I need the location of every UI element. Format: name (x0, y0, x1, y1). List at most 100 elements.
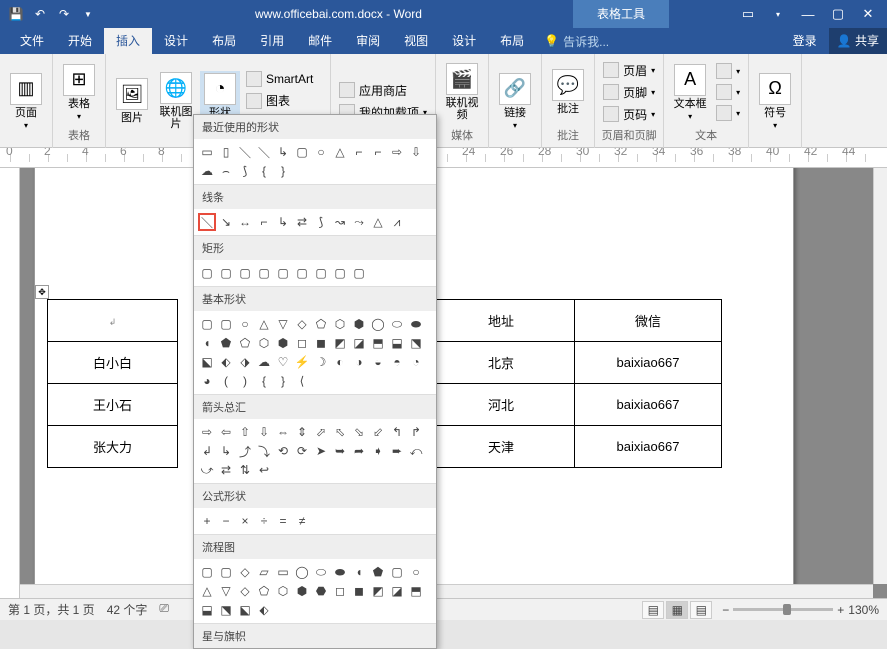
shape-rect4-icon[interactable]: ▢ (255, 264, 273, 282)
shape-generic-icon[interactable]: ⤺ (407, 442, 425, 460)
shape-generic-icon[interactable]: ◓ (388, 353, 406, 371)
shape-curve-icon[interactable]: ⟆ (236, 162, 254, 180)
shape-rect7-icon[interactable]: ▢ (312, 264, 330, 282)
tab-home[interactable]: 开始 (56, 28, 104, 54)
shape-generic-icon[interactable]: ◪ (350, 334, 368, 352)
customize-qat-icon[interactable]: ▼ (80, 6, 96, 22)
tab-mailings[interactable]: 邮件 (296, 28, 344, 54)
shape-generic-icon[interactable]: ◑ (350, 353, 368, 371)
shape-generic-icon[interactable]: ◇ (236, 582, 254, 600)
shape-generic-icon[interactable]: ⬟ (217, 334, 235, 352)
zoom-slider[interactable] (733, 608, 833, 611)
ribbon-options-arrow-icon[interactable]: ▾ (769, 5, 787, 23)
shape-generic-icon[interactable]: ⬡ (274, 582, 292, 600)
shape-generic-icon[interactable]: ⬔ (407, 334, 425, 352)
shape-generic-icon[interactable]: ◪ (388, 582, 406, 600)
page-info[interactable]: 第 1 页，共 1 页 (8, 601, 95, 618)
login-link[interactable]: 登录 (781, 28, 829, 54)
shape-generic-icon[interactable]: ⬕ (236, 601, 254, 619)
shape-rect-icon[interactable]: ▢ (293, 143, 311, 161)
shape-rect5-icon[interactable]: ▢ (274, 264, 292, 282)
footer-button[interactable]: 页脚 ▾ (601, 82, 657, 103)
shape-generic-icon[interactable]: ◯ (369, 315, 387, 333)
shape-generic-icon[interactable]: ⇕ (293, 423, 311, 441)
shape-elbow-arrow-icon[interactable]: ↳ (274, 213, 292, 231)
shape-elbow-conn-icon[interactable]: ⌐ (255, 213, 273, 231)
tab-review[interactable]: 审阅 (344, 28, 392, 54)
shape-generic-icon[interactable]: ⬀ (312, 423, 330, 441)
shape-rect1-icon[interactable]: ▢ (198, 264, 216, 282)
shape-generic-icon[interactable]: ⬢ (293, 582, 311, 600)
picture-button[interactable]: 🖼图片 (112, 76, 152, 126)
shape-generic-icon[interactable]: ⬡ (255, 334, 273, 352)
shape-generic-icon[interactable]: ▭ (274, 563, 292, 581)
shape-generic-icon[interactable]: } (274, 372, 292, 390)
tab-insert[interactable]: 插入 (104, 28, 152, 54)
shape-generic-icon[interactable]: ⬣ (312, 582, 330, 600)
horizontal-ruler[interactable]: 0246810121416182022242628303234363840424… (0, 148, 887, 168)
shape-generic-icon[interactable]: ⬂ (350, 423, 368, 441)
shape-rect6-icon[interactable]: ▢ (293, 264, 311, 282)
shape-generic-icon[interactable]: { (255, 372, 273, 390)
shape-arrow-icon[interactable]: ⇨ (388, 143, 406, 161)
table-cell[interactable]: 河北 (428, 384, 575, 426)
shape-generic-icon[interactable]: ⤵ (255, 442, 273, 460)
shape-scribble-icon[interactable]: ⩘ (388, 213, 406, 231)
tab-layout[interactable]: 布局 (200, 28, 248, 54)
ribbon-options-icon[interactable]: ▭ (739, 5, 757, 23)
shape-brace-r-icon[interactable]: } (274, 162, 292, 180)
table-cell[interactable]: 天津 (428, 426, 575, 468)
shape-textbox2-icon[interactable]: ▯ (217, 143, 235, 161)
shape-curve-conn-icon[interactable]: ⟆ (312, 213, 330, 231)
shape-elbow2-icon[interactable]: ⌐ (369, 143, 387, 161)
shape-generic-icon[interactable]: ⟳ (293, 442, 311, 460)
shape-generic-icon[interactable]: ⬬ (407, 315, 425, 333)
table-cell[interactable]: 张大力 (48, 426, 178, 468)
shape-generic-icon[interactable]: ⬔ (217, 601, 235, 619)
shape-generic-icon[interactable]: ⤻ (198, 461, 216, 479)
shape-generic-icon[interactable]: ↩ (255, 461, 273, 479)
page-number-button[interactable]: 页码 ▾ (601, 104, 657, 125)
shape-brace-l-icon[interactable]: { (255, 162, 273, 180)
shape-minus-icon[interactable]: − (217, 512, 235, 530)
smartart-button[interactable]: SmartArt (244, 69, 324, 89)
shape-generic-icon[interactable]: ○ (236, 315, 254, 333)
shape-generic-icon[interactable]: ◼ (350, 582, 368, 600)
vertical-scrollbar[interactable] (873, 168, 887, 584)
vertical-ruler[interactable] (0, 168, 20, 598)
shape-plus-icon[interactable]: + (198, 512, 216, 530)
shape-generic-icon[interactable]: ➤ (312, 442, 330, 460)
shape-generic-icon[interactable]: ⬕ (198, 353, 216, 371)
zoom-level[interactable]: 130% (848, 603, 879, 617)
shape-generic-icon[interactable]: ◇ (293, 315, 311, 333)
shape-generic-icon[interactable]: ↳ (217, 442, 235, 460)
shape-generic-icon[interactable]: ▢ (198, 315, 216, 333)
shape-generic-icon[interactable]: ⬭ (388, 315, 406, 333)
shape-triangle-icon[interactable]: △ (331, 143, 349, 161)
read-mode-button[interactable]: ▤ (642, 601, 664, 619)
header-button[interactable]: 页眉 ▾ (601, 60, 657, 81)
print-layout-button[interactable]: ▦ (666, 601, 688, 619)
tab-design[interactable]: 设计 (152, 28, 200, 54)
shape-generic-icon[interactable]: ◩ (369, 582, 387, 600)
shape-curve-arrow-icon[interactable]: ↝ (331, 213, 349, 231)
shape-generic-icon[interactable]: ⬢ (350, 315, 368, 333)
shape-generic-icon[interactable]: ⬁ (331, 423, 349, 441)
shape-generic-icon[interactable]: ⬠ (312, 315, 330, 333)
shape-generic-icon[interactable]: ↲ (198, 442, 216, 460)
shape-generic-icon[interactable]: ⬓ (388, 334, 406, 352)
shape-generic-icon[interactable]: ⬡ (331, 315, 349, 333)
table-cell[interactable]: 微信 (575, 300, 722, 342)
links-button[interactable]: 🔗链接▾ (495, 71, 535, 132)
tab-file[interactable]: 文件 (8, 28, 56, 54)
shape-generic-icon[interactable]: ⇅ (236, 461, 254, 479)
tab-tool-design[interactable]: 设计 (440, 28, 488, 54)
shape-generic-icon[interactable]: ♡ (274, 353, 292, 371)
shape-multiply-icon[interactable]: × (236, 512, 254, 530)
shape-generic-icon[interactable]: ⇄ (217, 461, 235, 479)
shape-generic-icon[interactable]: ⬠ (236, 334, 254, 352)
shape-oval-icon[interactable]: ○ (312, 143, 330, 161)
shape-generic-icon[interactable]: ◯ (293, 563, 311, 581)
table-cell[interactable]: 王小石 (48, 384, 178, 426)
shape-generic-icon[interactable]: ⬓ (198, 601, 216, 619)
